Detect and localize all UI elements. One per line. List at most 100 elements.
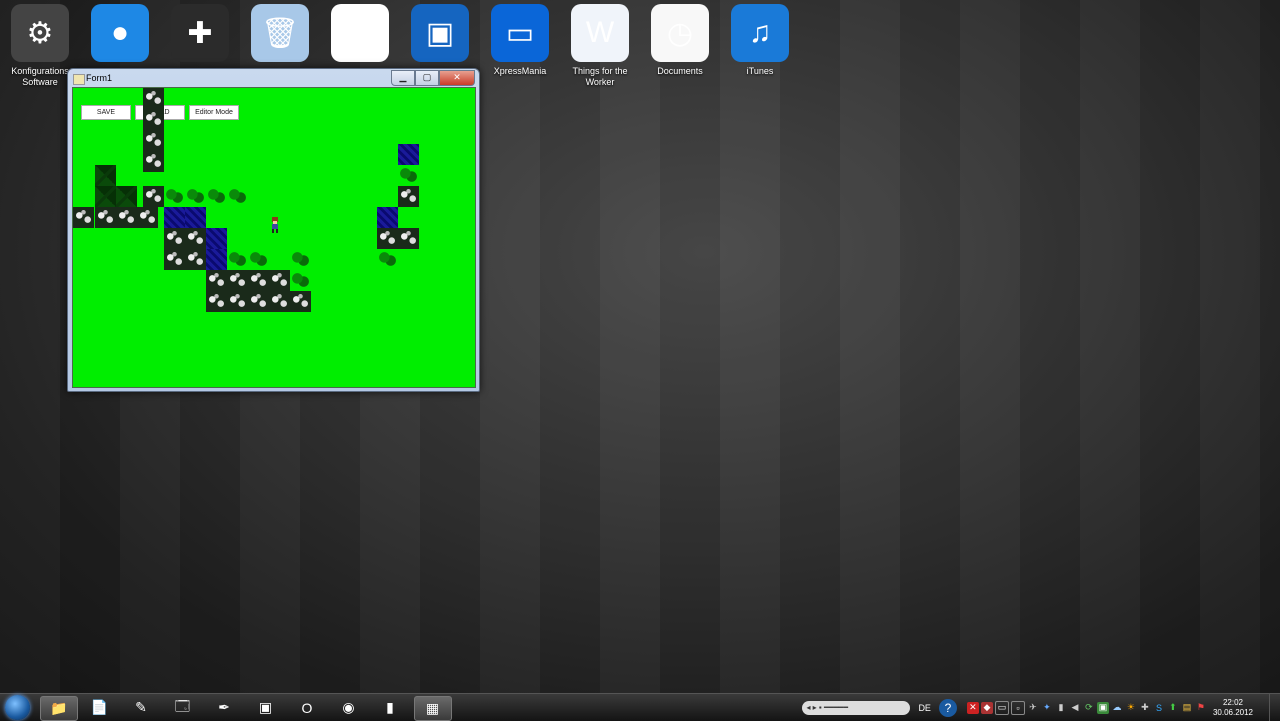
desktop-shortcut[interactable]: ✿ (321, 4, 399, 66)
rock-tile[interactable] (143, 109, 164, 130)
show-desktop-button[interactable] (1269, 694, 1280, 721)
tree-tile[interactable] (398, 165, 419, 186)
mount-tile[interactable] (95, 186, 116, 207)
bluetooth-icon[interactable]: ✦ (1041, 702, 1053, 714)
rock-tile[interactable] (248, 291, 269, 312)
desktop-shortcut[interactable]: ◷ Documents (641, 4, 719, 77)
tree-tile[interactable] (290, 270, 311, 291)
close-button[interactable]: ✕ (439, 70, 475, 86)
display-icon[interactable]: ▫ (1010, 700, 1025, 715)
weather-icon[interactable]: ☀ (1125, 702, 1137, 714)
save-button[interactable]: SAVE (81, 105, 131, 120)
system-tray: ◂ ▸ ▪ ━━━━━ DE ? ✕ ◆ ▭ ▫ ✈ ✦ ▮ ◀ ⟳ ▣ ☁ ☀… (802, 694, 1280, 721)
mount-tile[interactable] (116, 186, 137, 207)
desktop-shortcut[interactable]: 🗑 (241, 4, 319, 66)
rock-tile[interactable] (164, 249, 185, 270)
rock-tile[interactable] (227, 270, 248, 291)
rock-tile[interactable] (206, 291, 227, 312)
rock-tile[interactable] (185, 249, 206, 270)
rock-tile[interactable] (377, 228, 398, 249)
taskbar-notepad-button[interactable]: 📄 (82, 696, 118, 719)
rock-tile[interactable] (73, 207, 94, 228)
rock-tile[interactable] (227, 291, 248, 312)
sync-icon[interactable]: ⟳ (1083, 702, 1095, 714)
rock-tile[interactable] (398, 228, 419, 249)
taskbar-form-window-button[interactable]: ▦ (413, 696, 452, 721)
rock-tile[interactable] (269, 270, 290, 291)
update-icon[interactable]: ⬆ (1167, 702, 1179, 714)
shield-icon[interactable]: ◆ (980, 701, 993, 714)
battery-icon[interactable]: ▭ (994, 700, 1009, 715)
window-title: Form1 (86, 73, 113, 83)
desktop-icon-label: Documents (657, 66, 703, 76)
help-icon[interactable]: ? (938, 698, 957, 717)
taskbar-paint-brush-button[interactable]: ✎ (123, 696, 159, 719)
itunes-icon: ♫ (731, 4, 789, 62)
network-icon[interactable]: ✈ (1027, 702, 1039, 714)
tree-tile[interactable] (164, 186, 185, 207)
rock-tile[interactable] (269, 291, 290, 312)
taskbar-explorer-window-button[interactable]: 🗔 (165, 696, 201, 719)
flag-icon[interactable]: ⚑ (1195, 702, 1207, 714)
taskbar-terminal-button[interactable]: ▮ (372, 696, 408, 719)
tree-tile[interactable] (206, 186, 227, 207)
water-tile[interactable] (185, 207, 206, 228)
antivirus-icon[interactable]: ✕ (966, 701, 979, 714)
taskbar-folder-button[interactable]: 📁 (40, 696, 78, 721)
window-controls: ▁ ▢ ✕ (391, 70, 475, 86)
skype-icon[interactable]: S (1153, 702, 1165, 714)
explorer-window-icon: 🗔 (174, 697, 191, 714)
desktop-shortcut[interactable]: ▭ XpressMania (481, 4, 559, 77)
tree-tile[interactable] (248, 249, 269, 270)
rock-tile[interactable] (143, 151, 164, 172)
desktop-shortcut[interactable]: W Things for the Worker (561, 4, 639, 88)
media-controls[interactable]: ◂ ▸ ▪ ━━━━━ (802, 700, 911, 715)
rock-tile[interactable] (116, 207, 137, 228)
rock-tile[interactable] (248, 270, 269, 291)
desktop-shortcut[interactable]: ♫ iTunes (721, 4, 799, 77)
water-tile[interactable] (164, 207, 185, 228)
form1-window[interactable]: Form1 ▁ ▢ ✕ SAVE LOAD Editor Mode (67, 68, 480, 392)
water-tile[interactable] (377, 207, 398, 228)
rock-tile[interactable] (143, 88, 164, 109)
editor-mode-button[interactable]: Editor Mode (189, 105, 239, 120)
rock-tile[interactable] (185, 228, 206, 249)
rock-tile[interactable] (206, 270, 227, 291)
game-map-canvas[interactable]: SAVE LOAD Editor Mode (72, 87, 476, 388)
minimize-button[interactable]: ▁ (391, 70, 415, 86)
tree-tile[interactable] (227, 186, 248, 207)
cloud-icon[interactable]: ☁ (1111, 702, 1123, 714)
rock-tile[interactable] (137, 207, 158, 228)
taskbar-visual-studio-button[interactable]: ✒ (206, 696, 242, 719)
gamepad-tray-icon[interactable]: ✚ (1139, 702, 1151, 714)
desktop-shortcut[interactable]: ● (81, 4, 159, 66)
tree-tile[interactable] (290, 249, 311, 270)
rock-tile[interactable] (143, 186, 164, 207)
monitor-icon[interactable]: ▣ (1096, 701, 1109, 714)
rock-tile[interactable] (95, 207, 116, 228)
rock-tile[interactable] (164, 228, 185, 249)
mount-tile[interactable] (95, 165, 116, 186)
clock[interactable]: 22:02 30.06.2012 (1213, 698, 1253, 718)
water-tile[interactable] (206, 249, 227, 270)
taskbar-screen-app-button[interactable]: ▣ (248, 696, 284, 719)
volume-icon[interactable]: ◀ (1069, 702, 1081, 714)
signal-bars-icon[interactable]: ▮ (1055, 702, 1067, 714)
tree-tile[interactable] (185, 186, 206, 207)
water-tile[interactable] (206, 228, 227, 249)
water-tile[interactable] (398, 144, 419, 165)
maximize-button[interactable]: ▢ (415, 70, 439, 86)
rock-tile[interactable] (143, 130, 164, 151)
form-window-icon: ▦ (425, 700, 440, 716)
taskbar-opera-button[interactable]: O (289, 696, 325, 719)
taskbar-chrome-button[interactable]: ◉ (331, 696, 367, 719)
tree-tile[interactable] (227, 249, 248, 270)
tree-tile[interactable] (377, 249, 398, 270)
desktop-shortcut[interactable]: ▣ (401, 4, 479, 66)
rock-tile[interactable] (398, 186, 419, 207)
safely-remove-icon[interactable]: ▤ (1181, 702, 1193, 714)
rock-tile[interactable] (290, 291, 311, 312)
desktop-shortcut[interactable]: ✚ (161, 4, 239, 66)
language-indicator[interactable]: DE (918, 703, 931, 713)
start-button[interactable] (5, 695, 30, 720)
